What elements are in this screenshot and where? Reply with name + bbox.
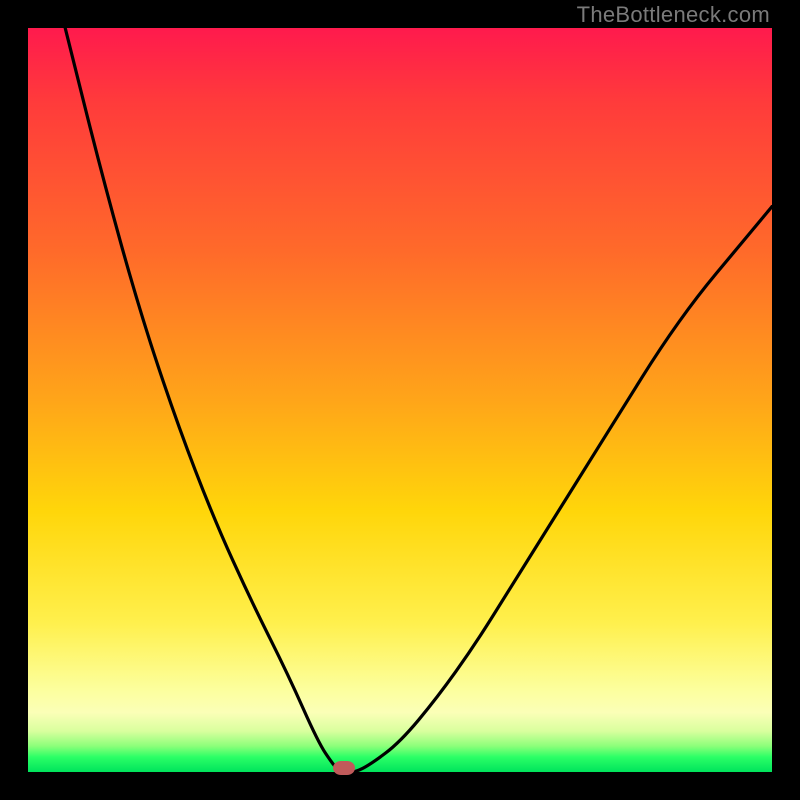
optimal-point-marker: [333, 761, 355, 775]
plot-area: [28, 28, 772, 772]
chart-frame: TheBottleneck.com: [0, 0, 800, 800]
watermark-text: TheBottleneck.com: [577, 2, 770, 28]
bottleneck-curve: [28, 28, 772, 772]
